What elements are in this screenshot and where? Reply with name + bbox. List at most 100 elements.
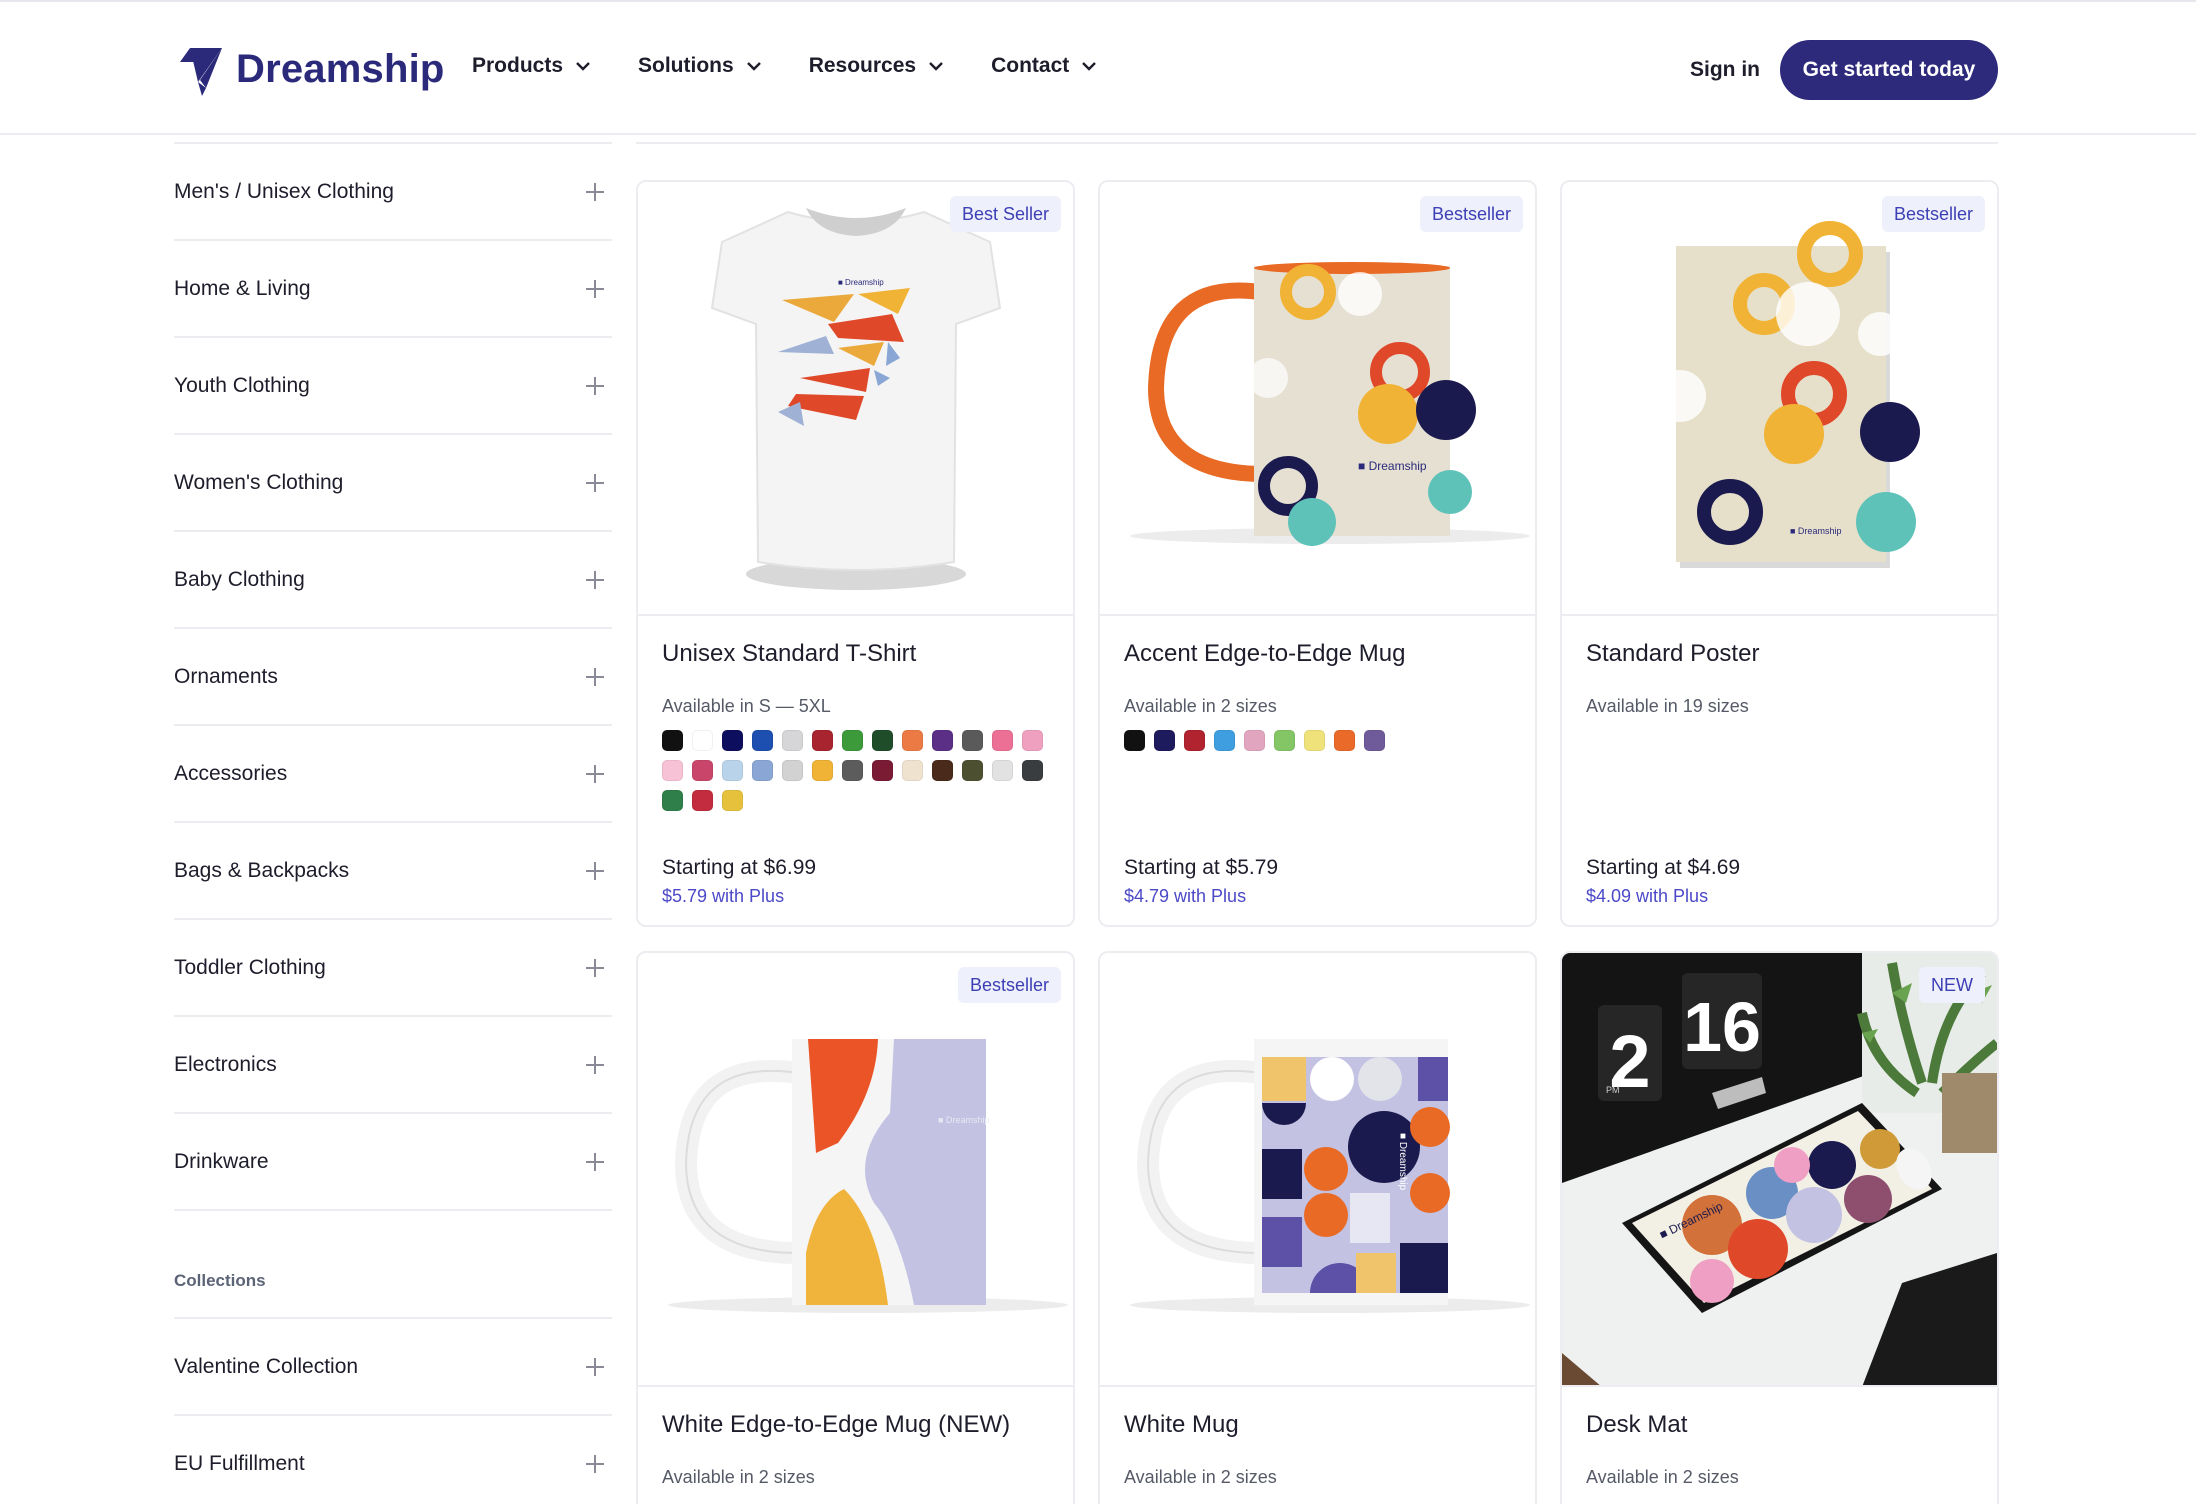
plus-icon — [586, 958, 604, 977]
color-swatch[interactable] — [722, 760, 743, 781]
color-swatch[interactable] — [662, 760, 683, 781]
color-swatch[interactable] — [692, 790, 713, 811]
product-card-tshirt[interactable]: ■ Dreamship Best Seller Unisex Standard … — [636, 180, 1075, 927]
sidebar-item-label: Accessories — [174, 761, 288, 785]
color-swatch[interactable] — [1214, 730, 1235, 751]
sign-in-link[interactable]: Sign in — [1690, 58, 1760, 82]
sidebar-item-toddler[interactable]: Toddler Clothing — [174, 920, 612, 1017]
nav-resources[interactable]: Resources — [809, 54, 944, 78]
tshirt-image: ■ Dreamship — [710, 208, 1002, 590]
color-swatch[interactable] — [872, 730, 893, 751]
sidebar-item-drinkware[interactable]: Drinkware — [174, 1114, 612, 1211]
color-swatch[interactable] — [692, 760, 713, 781]
color-swatch[interactable] — [752, 730, 773, 751]
color-swatch[interactable] — [992, 730, 1013, 751]
get-started-button[interactable]: Get started today — [1780, 40, 1998, 100]
sidebar-item-bags[interactable]: Bags & Backpacks — [174, 823, 612, 920]
svg-text:16: 16 — [1683, 988, 1761, 1066]
sidebar-item-home-living[interactable]: Home & Living — [174, 241, 612, 338]
sidebar-item-womens[interactable]: Women's Clothing — [174, 435, 612, 532]
sidebar-item-mens-unisex[interactable]: Men's / Unisex Clothing — [174, 144, 612, 241]
color-swatch[interactable] — [662, 790, 683, 811]
bestseller-badge: Bestseller — [1881, 196, 1985, 232]
color-swatch[interactable] — [1154, 730, 1175, 751]
color-swatch[interactable] — [992, 760, 1013, 781]
color-swatch[interactable] — [782, 760, 803, 781]
color-swatch[interactable] — [962, 730, 983, 751]
product-plus-price: $5.79 with Plus — [662, 886, 785, 906]
product-card-accent-mug[interactable]: ■ Dreamship Bestseller Accent Edge-to-Ed… — [1098, 180, 1537, 927]
color-swatch[interactable] — [1124, 730, 1145, 751]
product-availability: Available in S — 5XL — [662, 696, 831, 716]
nav-contact[interactable]: Contact — [991, 54, 1097, 78]
color-swatch[interactable] — [782, 730, 803, 751]
main-nav: Products Solutions Resources Contact — [472, 54, 1097, 78]
color-swatch[interactable] — [1334, 730, 1355, 751]
color-swatch[interactable] — [812, 730, 833, 751]
product-card-poster[interactable]: ■ Dreamship Bestseller Standard Poster A… — [1560, 180, 1999, 927]
sidebar-item-accessories[interactable]: Accessories — [174, 726, 612, 823]
color-swatches — [1124, 730, 1524, 751]
sidebar-item-ornaments[interactable]: Ornaments — [174, 629, 612, 726]
nav-label: Solutions — [638, 54, 734, 77]
plus-icon — [586, 279, 604, 298]
color-swatch[interactable] — [692, 730, 713, 751]
color-swatch[interactable] — [722, 790, 743, 811]
color-swatch[interactable] — [662, 730, 683, 751]
product-card-white-edge-mug[interactable]: ■ Dreamship Bestseller White Edge-to-Edg… — [636, 951, 1075, 1504]
product-image: ■ Dreamship — [638, 953, 1073, 1387]
color-swatch[interactable] — [842, 760, 863, 781]
sidebar-item-youth[interactable]: Youth Clothing — [174, 338, 612, 435]
brand-name: Dreamship — [236, 46, 445, 91]
plus-icon — [586, 667, 604, 686]
color-swatch[interactable] — [1184, 730, 1205, 751]
color-swatch[interactable] — [722, 730, 743, 751]
svg-text:■ Dreamship: ■ Dreamship — [938, 1115, 989, 1125]
color-swatch[interactable] — [962, 760, 983, 781]
sidebar-item-eu-fulfillment[interactable]: EU Fulfillment — [174, 1416, 612, 1504]
white-edge-mug-image: ■ Dreamship — [668, 1039, 1068, 1313]
sidebar-item-electronics[interactable]: Electronics — [174, 1017, 612, 1114]
site-header: Dreamship Products Solutions Resources C… — [0, 0, 2196, 135]
color-swatches — [662, 730, 1062, 811]
product-title: Accent Edge-to-Edge Mug — [1124, 640, 1406, 667]
sidebar-item-label: Baby Clothing — [174, 567, 305, 591]
color-swatch[interactable] — [902, 760, 923, 781]
product-card-desk-mat[interactable]: 2 16 PM ■ Dreamship NEW Desk Mat Availab… — [1560, 951, 1999, 1504]
brand-logo[interactable]: Dreamship — [176, 42, 445, 96]
nav-solutions[interactable]: Solutions — [638, 54, 762, 78]
product-availability: Available in 2 sizes — [1124, 1467, 1277, 1487]
chevron-down-icon — [576, 62, 590, 71]
color-swatch[interactable] — [1244, 730, 1265, 751]
sidebar-item-label: Home & Living — [174, 276, 311, 300]
color-swatch[interactable] — [932, 730, 953, 751]
sidebar-item-label: Toddler Clothing — [174, 955, 326, 979]
color-swatch[interactable] — [842, 730, 863, 751]
sidebar-item-label: Electronics — [174, 1052, 277, 1076]
color-swatch[interactable] — [1022, 730, 1043, 751]
nav-products[interactable]: Products — [472, 54, 591, 78]
color-swatch[interactable] — [812, 760, 833, 781]
bestseller-badge: Best Seller — [949, 196, 1061, 232]
chevron-down-icon — [929, 62, 943, 71]
product-card-white-mug[interactable]: ■ Dreamship White Mug Available in 2 siz… — [1098, 951, 1537, 1504]
divider — [636, 142, 1998, 144]
nav-label: Products — [472, 54, 564, 77]
product-title: Unisex Standard T-Shirt — [662, 640, 917, 667]
color-swatch[interactable] — [872, 760, 893, 781]
svg-text:■ Dreamship: ■ Dreamship — [1397, 1133, 1408, 1191]
plus-icon — [586, 376, 604, 395]
color-swatch[interactable] — [1274, 730, 1295, 751]
color-swatch[interactable] — [902, 730, 923, 751]
color-swatch[interactable] — [1304, 730, 1325, 751]
sidebar-item-valentine[interactable]: Valentine Collection — [174, 1319, 612, 1416]
svg-text:■ Dreamship: ■ Dreamship — [838, 278, 884, 287]
sidebar-item-baby[interactable]: Baby Clothing — [174, 532, 612, 629]
color-swatch[interactable] — [1022, 760, 1043, 781]
product-availability: Available in 19 sizes — [1586, 696, 1749, 716]
sidebar-item-label: Valentine Collection — [174, 1354, 359, 1378]
color-swatch[interactable] — [932, 760, 953, 781]
color-swatch[interactable] — [752, 760, 773, 781]
product-image: ■ Dreamship — [1562, 182, 1997, 616]
color-swatch[interactable] — [1364, 730, 1385, 751]
